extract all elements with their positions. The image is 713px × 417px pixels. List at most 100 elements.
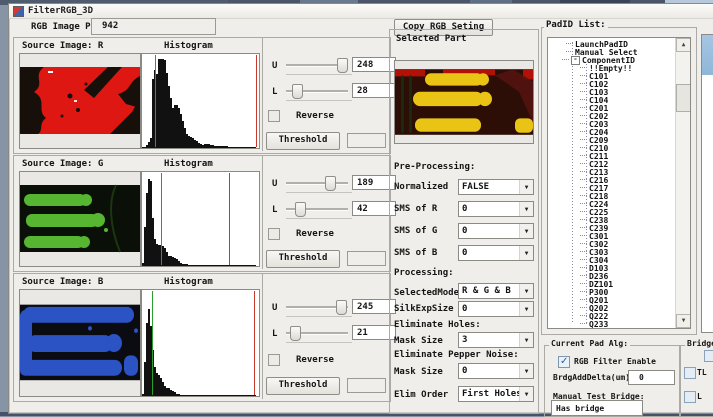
tree-connector — [580, 139, 587, 141]
tree-item[interactable]: DZ101 — [548, 280, 675, 288]
tree-connector — [580, 83, 587, 85]
sms-of-r-select[interactable]: 0▼ — [458, 201, 534, 217]
tree-connector — [580, 219, 587, 221]
tree-item[interactable]: C212 — [548, 160, 675, 168]
chevron-down-icon: ▼ — [519, 364, 533, 378]
tree-item[interactable]: P300 — [548, 288, 675, 296]
tree-item[interactable]: C102 — [548, 80, 675, 88]
tree-item[interactable]: C303 — [548, 248, 675, 256]
side-image-panel — [701, 34, 713, 333]
histogram-label: Histogram — [164, 277, 213, 287]
elim-order-select[interactable]: First Holes,▼ — [458, 386, 534, 402]
silk-exp-size-select[interactable]: 0▼ — [458, 301, 534, 317]
tree-item[interactable]: C213 — [548, 168, 675, 176]
tree-item[interactable]: C101 — [548, 72, 675, 80]
tree-item[interactable]: C202 — [548, 112, 675, 120]
tree-item[interactable]: D103 — [548, 264, 675, 272]
pepper-mask-size-select[interactable]: 0▼ — [458, 363, 534, 379]
scrollbar-thumb[interactable] — [676, 84, 691, 112]
window-title: FilterRGB_3D — [28, 6, 93, 16]
tree-item[interactable]: C239 — [548, 224, 675, 232]
bridge-tl-checkbox[interactable] — [684, 367, 696, 379]
l-label: L — [272, 87, 277, 97]
u-slider[interactable] — [286, 58, 348, 72]
bridge-top-checkbox[interactable] — [704, 350, 713, 362]
u-slider[interactable] — [286, 300, 348, 314]
brdg-add-delta-label: BrdgAddDelta(um): — [553, 373, 635, 382]
tree-item[interactable]: Q233 — [548, 320, 675, 328]
tree-item[interactable]: Q201 — [548, 296, 675, 304]
reverse-checkbox[interactable] — [268, 228, 280, 240]
tree-connector — [580, 179, 587, 181]
l-slider[interactable] — [286, 326, 348, 340]
tree-item[interactable]: C216 — [548, 176, 675, 184]
tree-item[interactable]: C301 — [548, 232, 675, 240]
collapse-minus-icon[interactable]: - — [571, 56, 580, 65]
u-slider[interactable] — [286, 176, 348, 190]
brdg-add-delta-input[interactable]: 0 — [628, 370, 675, 385]
l-slider-thumb[interactable] — [290, 326, 301, 341]
selected-part-image — [394, 60, 534, 144]
chevron-down-icon: ▼ — [519, 224, 533, 238]
slider-underline — [286, 192, 352, 193]
tree-item[interactable]: C210 — [548, 144, 675, 152]
rgb-filter-enable-checkbox[interactable] — [558, 356, 570, 368]
selected-mode-label: SelectedMode — [394, 288, 459, 298]
processing-label: Processing: — [394, 268, 454, 278]
tree-item[interactable]: Q202 — [548, 304, 675, 312]
u-slider-track[interactable] — [286, 182, 348, 185]
chevron-down-icon: ▼ — [519, 202, 533, 216]
tree-item[interactable]: Q222 — [548, 312, 675, 320]
u-slider-thumb[interactable] — [337, 58, 348, 73]
tree-item[interactable]: C104 — [548, 96, 675, 104]
title-bar[interactable]: FilterRGB_3D — [9, 4, 713, 19]
sms-of-g-select[interactable]: 0▼ — [458, 223, 534, 239]
tree-connector — [580, 171, 587, 173]
l-slider-thumb[interactable] — [292, 84, 303, 99]
threshold-button[interactable]: Threshold — [266, 377, 340, 395]
tree-scrollbar[interactable]: ▲ ▼ — [675, 38, 690, 328]
manual-test-bridge-input[interactable]: Has bridge — [551, 400, 643, 416]
tree-item[interactable]: !!Empty!! — [548, 64, 675, 72]
histogram-b — [141, 289, 260, 397]
tree-item[interactable]: C302 — [548, 240, 675, 248]
u-slider-thumb[interactable] — [336, 300, 347, 315]
reverse-checkbox[interactable] — [268, 354, 280, 366]
reverse-checkbox[interactable] — [268, 110, 280, 122]
tree-item[interactable]: C211 — [548, 152, 675, 160]
tree-item[interactable]: C238 — [548, 216, 675, 224]
panel-divider — [262, 38, 263, 151]
threshold-button[interactable]: Threshold — [266, 132, 340, 150]
tree-item[interactable]: C203 — [548, 120, 675, 128]
normalized-select[interactable]: FALSE▼ — [458, 179, 534, 195]
tree-item[interactable]: C204 — [548, 128, 675, 136]
sms-of-b-select[interactable]: 0▼ — [458, 245, 534, 261]
tree-item[interactable]: C304 — [548, 256, 675, 264]
slider-underline — [286, 342, 352, 343]
tree-item[interactable]: C218 — [548, 192, 675, 200]
l-slider[interactable] — [286, 84, 348, 98]
tree-item[interactable]: C103 — [548, 88, 675, 96]
chevron-down-icon: ▼ — [519, 387, 533, 401]
histogram-label: Histogram — [164, 159, 213, 169]
tree-item[interactable]: C225 — [548, 208, 675, 216]
u-slider-thumb[interactable] — [325, 176, 336, 191]
scroll-down-icon[interactable]: ▼ — [676, 314, 691, 328]
l-slider[interactable] — [286, 202, 348, 216]
l-slider-thumb[interactable] — [295, 202, 306, 217]
tree-item[interactable]: C224 — [548, 200, 675, 208]
selected-part-label: Selected Part — [396, 34, 466, 44]
tree-connector — [580, 203, 587, 205]
l-label: L — [272, 205, 277, 215]
tree-connector — [580, 267, 587, 269]
selected-mode-select[interactable]: R & G & B▼ — [458, 283, 534, 299]
elim-order-label: Elim Order — [394, 390, 448, 400]
tree-item[interactable]: C201 — [548, 104, 675, 112]
bridge-l-checkbox[interactable] — [684, 391, 696, 403]
scroll-up-icon[interactable]: ▲ — [676, 38, 691, 52]
threshold-button[interactable]: Threshold — [266, 250, 340, 268]
tree-item[interactable]: C217 — [548, 184, 675, 192]
holes-mask-size-select[interactable]: 3▼ — [458, 332, 534, 348]
tree-item[interactable]: C209 — [548, 136, 675, 144]
side-image-blue-region — [702, 35, 713, 75]
